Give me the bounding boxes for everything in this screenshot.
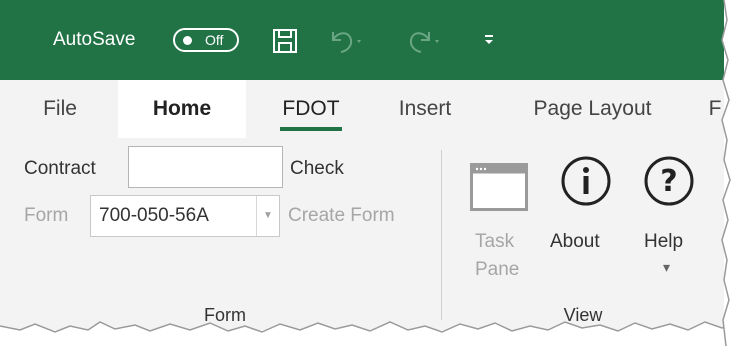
customize-qat-icon[interactable] [482,32,496,48]
help-dropdown-arrow[interactable]: ▾ [663,255,670,279]
redo-icon[interactable] [405,26,443,56]
tab-home[interactable]: Home [118,80,246,138]
svg-text:?: ? [660,164,677,199]
task-pane-label-line1[interactable]: Task [475,230,514,254]
task-pane-icon[interactable] [470,163,528,211]
tab-file[interactable]: File [30,80,90,138]
task-pane-label-line2[interactable]: Pane [475,258,519,282]
create-form-button[interactable]: Create Form [288,204,395,228]
active-tab-indicator [280,127,342,131]
about-button-label[interactable]: About [550,230,600,254]
contract-label: Contract [24,158,96,179]
tab-page-layout[interactable]: Page Layout [510,80,675,138]
toggle-knob [183,36,192,45]
save-icon[interactable] [272,28,298,54]
undo-icon[interactable] [327,26,365,56]
torn-edge-bottom [0,321,737,346]
info-icon[interactable] [560,155,612,207]
chevron-down-icon[interactable]: ▼ [256,196,279,236]
form-combo[interactable]: 700-050-56A ▼ [90,195,280,237]
contract-input[interactable] [128,146,283,188]
help-button-label[interactable]: Help [644,230,683,254]
torn-edge-right [721,0,737,346]
tab-insert[interactable]: Insert [380,80,470,138]
form-label: Form [24,205,69,226]
check-button[interactable]: Check [290,157,344,181]
help-icon[interactable]: ? [643,155,695,207]
autosave-toggle[interactable]: Off [173,28,239,52]
autosave-label: AutoSave [53,29,136,50]
form-combo-value: 700-050-56A [99,205,209,226]
autosave-toggle-state: Off [205,32,224,48]
group-separator [441,150,442,320]
